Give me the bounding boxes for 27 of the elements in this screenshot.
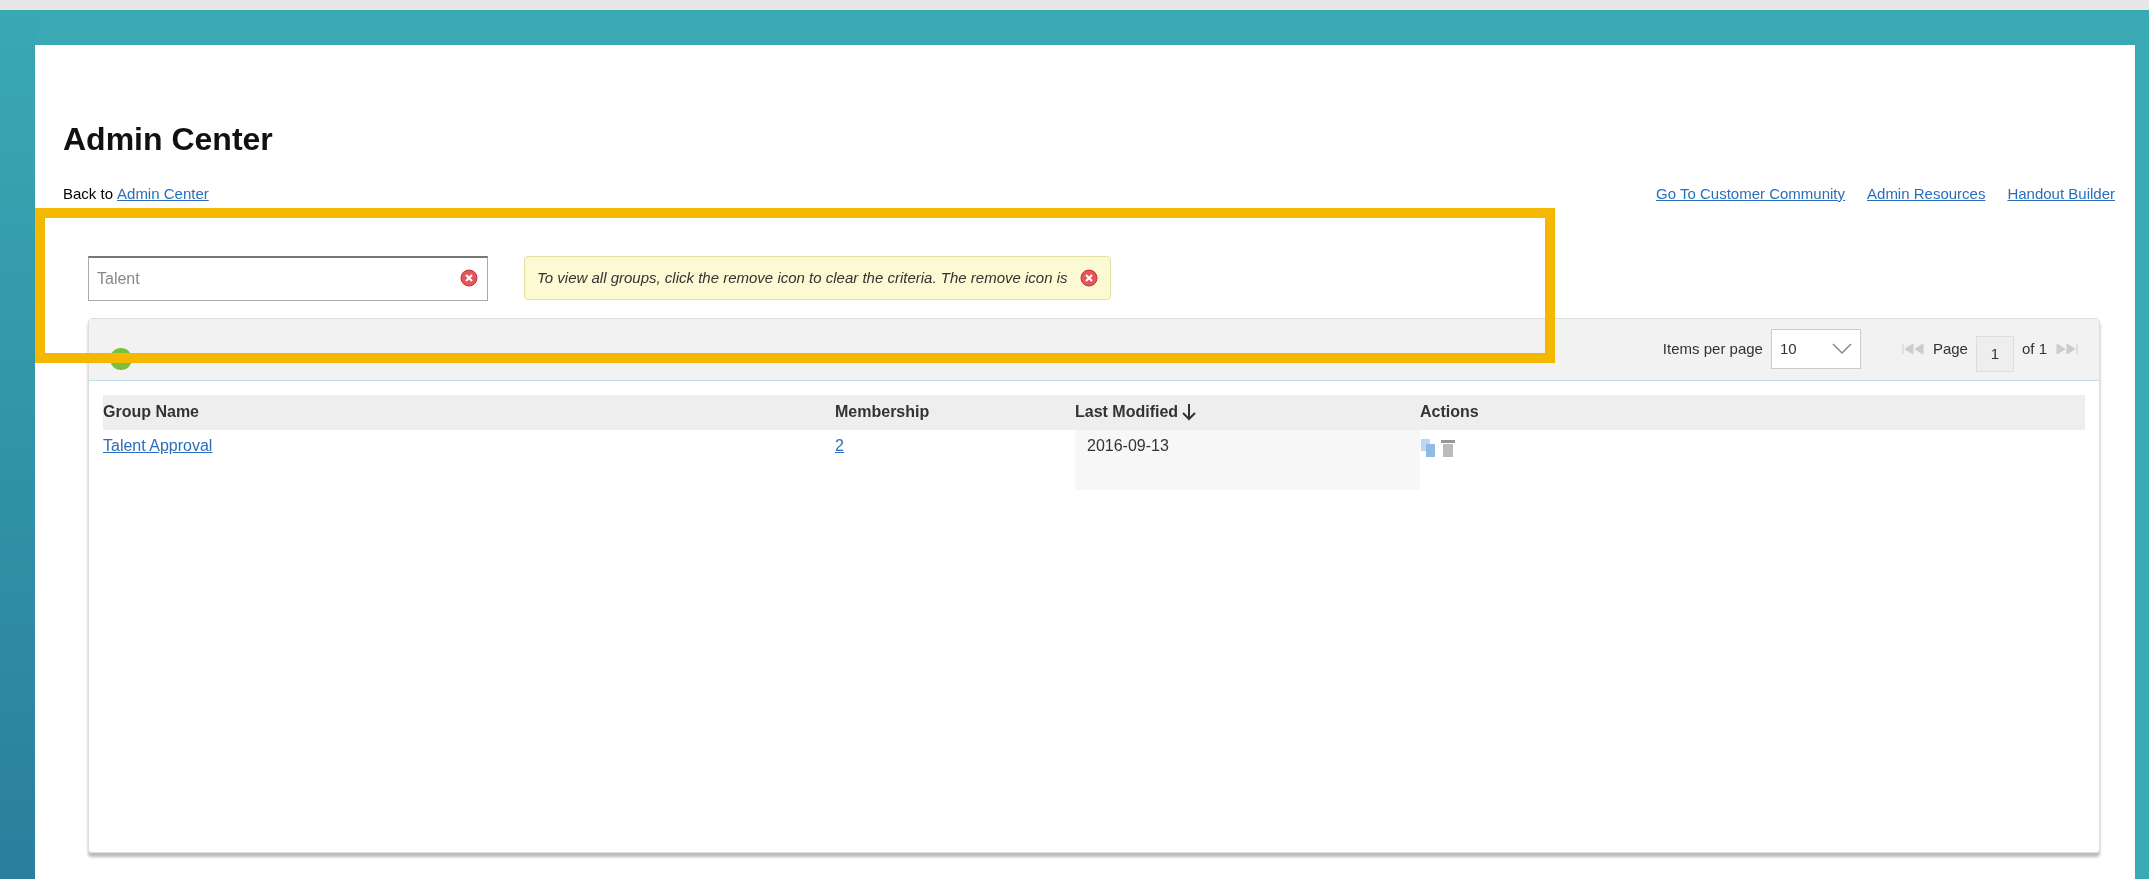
first-page-icon[interactable] <box>1900 343 1925 355</box>
tip-text: To view all groups, click the remove icon to clear the criteria. The remove icon is <box>537 267 1068 288</box>
copy-icon[interactable] <box>1420 437 1436 458</box>
items-per-page-select[interactable]: 10 <box>1770 329 1861 369</box>
page-number-field[interactable]: 1 <box>1975 336 2014 372</box>
admin-center-link[interactable]: Admin Center <box>117 183 209 206</box>
column-header: Membership <box>835 394 1075 430</box>
remove-icon[interactable] <box>1079 269 1098 287</box>
header-link[interactable]: Go To Customer Community <box>1656 183 1846 206</box>
header-link[interactable]: Admin Resources <box>1867 183 1986 206</box>
last-page-icon[interactable] <box>2055 343 2079 355</box>
column-header: Actions <box>1420 394 2085 430</box>
remove-icon[interactable] <box>460 268 478 287</box>
page-count-label: of 1 <box>2021 339 2047 359</box>
header-link[interactable]: Handout Builder <box>2007 183 2115 206</box>
group-name-link[interactable]: Talent Approval <box>103 436 213 454</box>
column-header: Last Modified <box>1075 394 1420 430</box>
page-title: Admin Center <box>63 120 274 159</box>
back-label: Back to <box>63 184 114 204</box>
sort-arrow-icon[interactable] <box>1182 403 1197 421</box>
chevron-down-icon <box>1831 343 1852 355</box>
trash-icon[interactable] <box>1440 437 1456 458</box>
table-cell: 2016-09-13 <box>1075 429 1420 490</box>
column-header: Group Name <box>103 394 835 430</box>
page-label: Page <box>1932 339 1968 359</box>
membership-link[interactable]: 2 <box>835 436 844 454</box>
items-per-page-label: Items per page <box>1662 338 1763 359</box>
